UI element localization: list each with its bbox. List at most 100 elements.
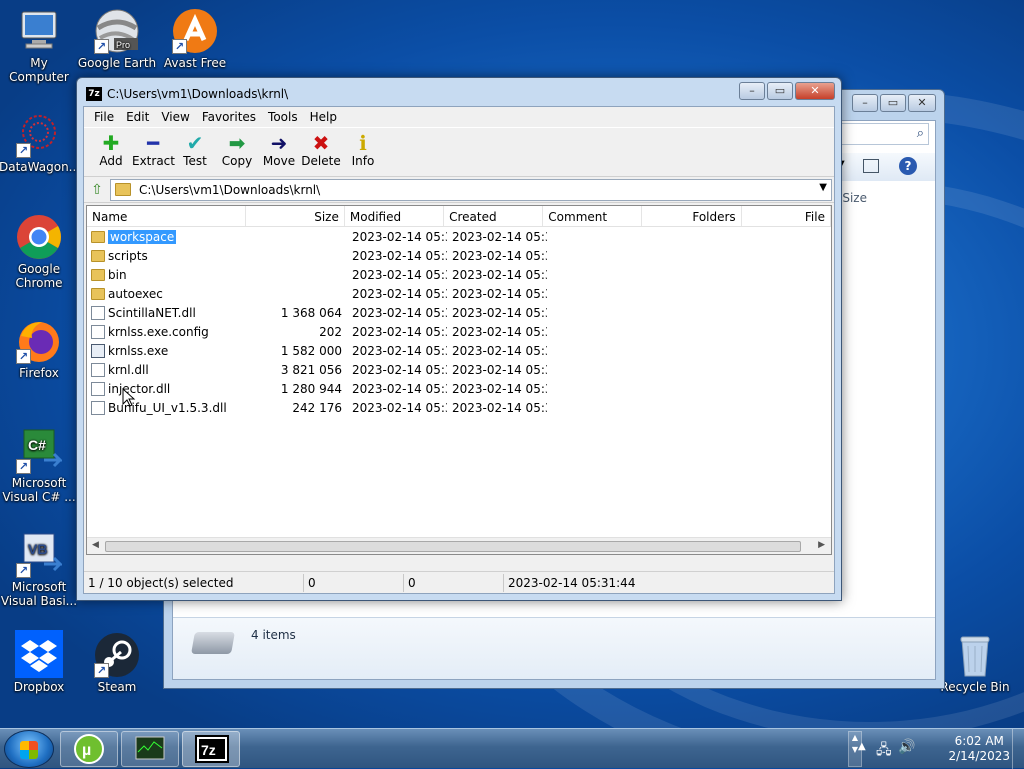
file-icon <box>91 400 105 415</box>
menu-help[interactable]: Help <box>304 110 343 124</box>
file-row[interactable]: bin 2023-02-14 05:31 2023-02-14 05:31 <box>87 265 831 284</box>
desktop-icon-firefox[interactable]: ↗ Firefox <box>0 318 79 380</box>
scroll-thumb[interactable] <box>105 541 801 552</box>
close-button[interactable]: ✕ <box>908 94 936 112</box>
file-name-cell[interactable]: krnlss.exe <box>87 343 247 358</box>
file-name-cell[interactable]: workspace <box>87 229 247 244</box>
desktop-icon-visual-basic[interactable]: VB ↗ Microsoft Visual Basi... <box>0 532 79 608</box>
address-input[interactable]: C:\Users\vm1\Downloads\krnl\ ▼ <box>110 179 832 201</box>
desktop-icon-label: Google Earth <box>77 56 157 70</box>
file-name-cell[interactable]: krnlss.exe.config <box>87 324 247 339</box>
file-row[interactable]: krnl.dll 3 821 056 2023-02-14 05:31 2023-02… <box>87 360 831 379</box>
col-folders[interactable]: Folders <box>642 206 742 226</box>
menu-view[interactable]: View <box>155 110 195 124</box>
folder-icon <box>91 268 105 281</box>
file-row[interactable]: autoexec 2023-02-14 05:31 2023-02-14 05:31 <box>87 284 831 303</box>
up-folder-icon[interactable]: ⇧ <box>88 181 106 199</box>
test-button[interactable]: ✔ Test <box>174 128 216 168</box>
menu-file[interactable]: File <box>88 110 120 124</box>
caption-buttons: – ▭ ✕ <box>739 82 835 100</box>
start-button[interactable] <box>4 730 54 768</box>
file-rows: workspace 2023-02-14 05:31 2023-02-14 05:3… <box>87 227 831 417</box>
bg-size-header[interactable]: Size <box>842 191 867 205</box>
desktop-icon-label: Dropbox <box>13 680 65 694</box>
title-bar[interactable]: 7z C:\Users\vm1\Downloads\krnl\ – ▭ ✕ <box>77 78 841 106</box>
file-row[interactable]: injector.dll 1 280 944 2023-02-14 05:31 202… <box>87 379 831 398</box>
col-created[interactable]: Created <box>444 206 544 226</box>
help-icon[interactable]: ? <box>899 157 917 175</box>
taskbar-task-manager[interactable] <box>121 731 179 767</box>
file-row[interactable]: krnlss.exe.config 202 2023-02-14 05:31 2023… <box>87 322 831 341</box>
file-row[interactable]: ScintillaNET.dll 1 368 064 2023-02-14 05:3… <box>87 303 831 322</box>
desktop-icon-label: Microsoft Visual C# ... <box>2 476 76 504</box>
file-name-cell[interactable]: scripts <box>87 249 247 263</box>
menu-edit[interactable]: Edit <box>120 110 155 124</box>
desktop-icon-steam[interactable]: ↗ Steam <box>77 632 157 694</box>
maximize-button[interactable]: ▭ <box>880 94 906 112</box>
clock[interactable]: 6:02 AM 2/14/2023 <box>948 734 1010 764</box>
file-icon <box>91 381 105 396</box>
close-button[interactable]: ✕ <box>795 82 835 100</box>
show-hidden-icons[interactable]: ▲ <box>858 741 866 752</box>
file-name-cell[interactable]: injector.dll <box>87 381 247 396</box>
file-row[interactable]: krnlss.exe 1 582 000 2023-02-14 05:31 2023-… <box>87 341 831 360</box>
minimize-button[interactable]: – <box>739 82 765 100</box>
desktop-icon-avast[interactable]: ↗ Avast Free <box>155 8 235 70</box>
scroll-left-icon[interactable]: ◀ <box>92 540 99 550</box>
menu-tools[interactable]: Tools <box>262 110 304 124</box>
file-name-cell[interactable]: bin <box>87 268 247 282</box>
desktop-icon-dropbox[interactable]: Dropbox <box>0 630 79 694</box>
horizontal-scrollbar[interactable]: ◀ ▶ <box>87 537 831 554</box>
file-size: 3 821 056 <box>280 362 342 377</box>
col-files[interactable]: File <box>742 206 831 226</box>
drive-icon <box>191 632 235 654</box>
desktop-icon-my-computer[interactable]: My Computer <box>0 8 79 84</box>
desktop-icon-google-earth[interactable]: Pro ↗ Google Earth <box>77 8 157 70</box>
add-button[interactable]: ✚ Add <box>90 128 132 168</box>
scroll-right-icon[interactable]: ▶ <box>818 540 825 550</box>
clock-date: 2/14/2023 <box>948 749 1010 763</box>
taskbar-7zip[interactable]: 7z <box>182 731 240 767</box>
volume-icon[interactable]: 🔊 <box>898 739 915 755</box>
file-name-cell[interactable]: autoexec <box>87 287 247 301</box>
col-modified[interactable]: Modified <box>345 206 445 226</box>
chevron-down-icon[interactable]: ▼ <box>819 182 827 193</box>
delete-label: Delete <box>301 154 341 168</box>
file-row[interactable]: scripts 2023-02-14 05:31 2023-02-14 05:31 <box>87 246 831 265</box>
minimize-button[interactable]: – <box>852 94 878 112</box>
file-row[interactable]: Bunifu_UI_v1.5.3.dll 242 176 2023-02-14 05… <box>87 398 831 417</box>
info-button[interactable]: ℹ Info <box>342 128 384 168</box>
desktop-icon-visual-csharp[interactable]: C# ↗ Microsoft Visual C# ... <box>0 428 79 504</box>
file-created: 2023-02-14 05:31 <box>452 362 547 377</box>
bg-search-box[interactable]: ⌕ <box>835 123 929 145</box>
taskbar-utorrent[interactable]: µ <box>60 731 118 767</box>
desktop-icon-datawagon[interactable]: ↗ DataWagon... <box>0 112 80 174</box>
extract-button[interactable]: ━ Extract <box>132 128 175 168</box>
file-name-cell[interactable]: ScintillaNET.dll <box>87 305 247 320</box>
7zip-file-manager-window[interactable]: 7z C:\Users\vm1\Downloads\krnl\ – ▭ ✕ Fi… <box>76 77 842 601</box>
file-icon <box>91 362 105 377</box>
desktop-icon-chrome[interactable]: Google Chrome <box>0 214 79 290</box>
preview-pane-icon[interactable] <box>863 159 879 173</box>
col-comment[interactable]: Comment <box>543 206 643 226</box>
desktop-icon-recycle-bin[interactable]: Recycle Bin <box>935 632 1015 694</box>
col-name[interactable]: Name <box>87 206 246 226</box>
file-name-cell[interactable]: krnl.dll <box>87 362 247 377</box>
col-size[interactable]: Size <box>246 206 345 226</box>
file-row[interactable]: workspace 2023-02-14 05:31 2023-02-14 05:3… <box>87 227 831 246</box>
status-selection: 1 / 10 object(s) selected <box>84 573 304 592</box>
menu-favorites[interactable]: Favorites <box>196 110 262 124</box>
delete-button[interactable]: ✖ Delete <box>300 128 342 168</box>
network-icon[interactable]: 🖧 <box>876 739 892 763</box>
show-desktop-button[interactable] <box>1012 729 1024 769</box>
maximize-button[interactable]: ▭ <box>767 82 793 100</box>
copy-button[interactable]: ➡ Copy <box>216 128 258 168</box>
folder-icon <box>115 183 131 196</box>
7zip-app-icon[interactable]: 7z <box>86 87 102 101</box>
steam-icon: ↗ <box>94 632 140 678</box>
move-button[interactable]: ➜ Move <box>258 128 300 168</box>
file-modified: 2023-02-14 05:31 <box>352 229 447 244</box>
file-name: ScintillaNET.dll <box>108 305 196 320</box>
file-name-cell[interactable]: Bunifu_UI_v1.5.3.dll <box>87 400 247 415</box>
file-size: 1 582 000 <box>280 343 342 358</box>
